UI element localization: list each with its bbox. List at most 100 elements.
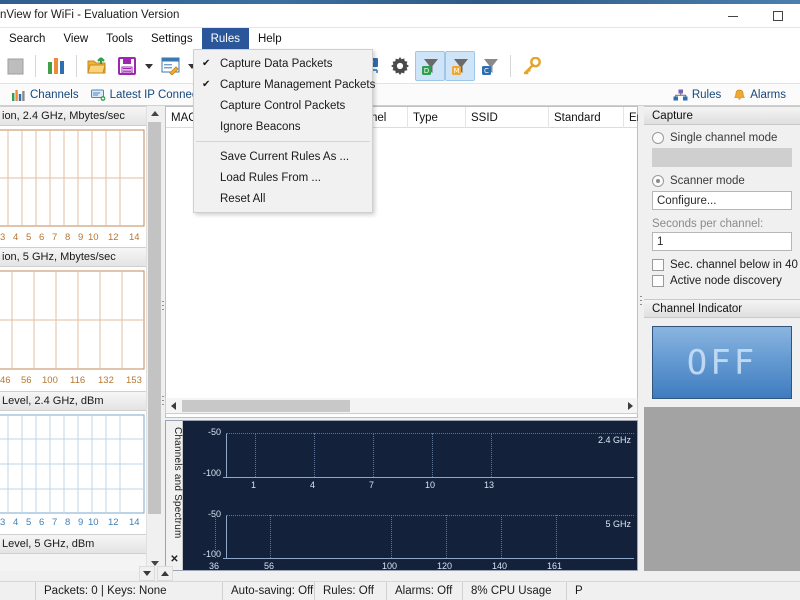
checkbox-sec-channel-below[interactable] — [652, 259, 664, 271]
menu-item-label: Capture Management Packets — [220, 79, 375, 91]
x-axis-line — [223, 477, 634, 478]
single-channel-select — [652, 148, 792, 167]
radio-scanner-mode[interactable] — [652, 175, 664, 187]
single-channel-mode-label: Single channel mode — [670, 132, 777, 144]
chevron-right-icon — [628, 402, 633, 410]
sidebar-chart-24ghz-throughput[interactable]: 345 678 91012 14 — [0, 126, 146, 247]
scrollbar-track[interactable] — [180, 399, 623, 413]
menu-item-capture-data-packets[interactable]: ✔ Capture Data Packets — [194, 53, 372, 74]
axis-tick-label: 36 — [209, 561, 219, 571]
section-title: Capture — [652, 110, 693, 122]
menu-item-ignore-beacons[interactable]: Ignore Beacons — [194, 116, 372, 137]
gridline-vertical — [215, 515, 216, 558]
dock-tab-column[interactable]: Channels and Spectrum ✕ — [166, 421, 183, 570]
seconds-per-channel-input[interactable]: 1 — [652, 232, 792, 251]
window-titlebar: nView for WiFi - Evaluation Version — [0, 4, 800, 28]
scroll-up-button[interactable] — [147, 106, 162, 121]
radio-single-channel[interactable] — [652, 132, 664, 144]
table-horizontal-scrollbar[interactable] — [165, 398, 638, 414]
sidebar-vertical-scrollbar[interactable] — [146, 106, 161, 571]
status-alarms: Alarms: Off — [387, 582, 463, 600]
main-toolbar: IP D — [0, 49, 800, 84]
axis-tick-label: 7 — [369, 480, 374, 490]
menu-item-load-rules-from[interactable]: Load Rules From ... — [194, 167, 372, 188]
stop-icon — [7, 58, 24, 75]
scrollbar-thumb[interactable] — [148, 122, 161, 514]
column-header-standard[interactable]: Standard — [549, 107, 624, 128]
rules-dropdown-menu: ✔ Capture Data Packets ✔ Capture Managem… — [193, 49, 373, 213]
menu-help[interactable]: Help — [249, 28, 291, 49]
sidebar-scroll-down-button[interactable] — [139, 566, 155, 581]
filter-management-button[interactable]: M — [445, 51, 475, 81]
menu-search[interactable]: Search — [0, 28, 54, 49]
column-header-ssid[interactable]: SSID — [466, 107, 549, 128]
gear-icon — [391, 57, 409, 75]
spectrum-canvas[interactable]: -50 -100 1 4 7 10 13 2.4 GHz -50 -1 — [183, 421, 637, 570]
configure-button[interactable]: Configure... — [652, 191, 792, 210]
gridline-vertical — [270, 515, 271, 558]
keys-button[interactable] — [516, 51, 546, 81]
funnel-data-icon: D — [421, 57, 440, 75]
scrollbar-thumb[interactable] — [182, 400, 350, 412]
tab-label: Alarms — [750, 89, 786, 101]
single-channel-mode-option[interactable]: Single channel mode — [652, 132, 792, 144]
options-button[interactable] — [385, 51, 415, 81]
sidebar-panel-header: Level, 5 GHz, dBm — [0, 534, 146, 554]
gridline-vertical — [556, 515, 557, 558]
toolbar-separator — [510, 55, 511, 77]
tab-alarms[interactable]: Alarms — [727, 84, 792, 106]
tab-label: Channels — [30, 89, 79, 101]
tab-rules[interactable]: Rules — [667, 84, 727, 106]
axis-tick-label: 10 — [425, 480, 435, 490]
status-rules: Rules: Off — [315, 582, 387, 600]
menu-item-label: Save Current Rules As ... — [220, 151, 349, 163]
axis-tick-label: 56 — [264, 561, 274, 571]
axis-tick-label: 1 — [251, 480, 256, 490]
open-capture-button[interactable] — [82, 51, 112, 81]
menu-tools[interactable]: Tools — [97, 28, 142, 49]
filter-control-button[interactable]: C — [475, 51, 505, 81]
menu-item-reset-all[interactable]: Reset All — [194, 188, 372, 209]
menu-rules[interactable]: Rules — [202, 28, 249, 49]
scroll-right-button[interactable] — [623, 399, 637, 413]
active-node-discovery-option[interactable]: Active node discovery — [652, 275, 792, 287]
scanner-mode-option[interactable]: Scanner mode — [652, 175, 792, 187]
status-overflow: P — [567, 582, 800, 600]
menu-item-save-current-rules-as[interactable]: Save Current Rules As ... — [194, 146, 372, 167]
menu-item-capture-control-packets[interactable]: Capture Control Packets — [194, 95, 372, 116]
svg-text:C: C — [484, 67, 489, 75]
stop-button[interactable] — [0, 51, 30, 81]
checkbox-active-node-discovery[interactable] — [652, 275, 664, 287]
save-dropdown[interactable] — [142, 51, 155, 81]
tab-label: Rules — [692, 89, 721, 101]
sidebar-panel-title: ion, 2.4 GHz, Mbytes/sec — [0, 110, 125, 122]
sec-channel-below-option[interactable]: Sec. channel below in 40 MHz — [652, 259, 792, 271]
column-header-type[interactable]: Type — [408, 107, 466, 128]
axis-tick-label: 120 — [437, 561, 452, 571]
sidebar-chart-24ghz-level[interactable]: 345 678 91012 14 — [0, 411, 146, 534]
menu-item-label: Reset All — [220, 193, 265, 205]
sidebar-chart-5ghz-throughput[interactable]: 4656100 116132153 — [0, 267, 146, 391]
menu-view[interactable]: View — [54, 28, 97, 49]
funnel-management-icon: M — [451, 57, 470, 75]
scroll-left-button[interactable] — [166, 399, 180, 413]
tab-channels[interactable]: Channels — [6, 84, 85, 106]
minimize-button[interactable] — [710, 4, 755, 28]
menu-item-label: Ignore Beacons — [220, 121, 301, 133]
save-capture-button[interactable] — [112, 51, 142, 81]
filter-data-button[interactable]: D — [415, 51, 445, 81]
report-button[interactable] — [155, 51, 185, 81]
chevron-down-icon — [143, 571, 151, 576]
statistics-button[interactable] — [41, 51, 71, 81]
axis-tick-label: 100 — [382, 561, 397, 571]
gridline-horizontal — [226, 515, 634, 516]
gridline-horizontal — [226, 433, 634, 434]
sidebar-panel-title: Level, 2.4 GHz, dBm — [0, 395, 104, 407]
sidebar-scroll-up-button[interactable] — [157, 566, 173, 581]
menu-item-capture-management-packets[interactable]: ✔ Capture Management Packets — [194, 74, 372, 95]
scanner-mode-label: Scanner mode — [670, 175, 745, 187]
capture-section-header: Capture — [644, 106, 800, 125]
menu-settings[interactable]: Settings — [142, 28, 202, 49]
close-icon[interactable]: ✕ — [166, 552, 183, 566]
maximize-button[interactable] — [755, 4, 800, 28]
